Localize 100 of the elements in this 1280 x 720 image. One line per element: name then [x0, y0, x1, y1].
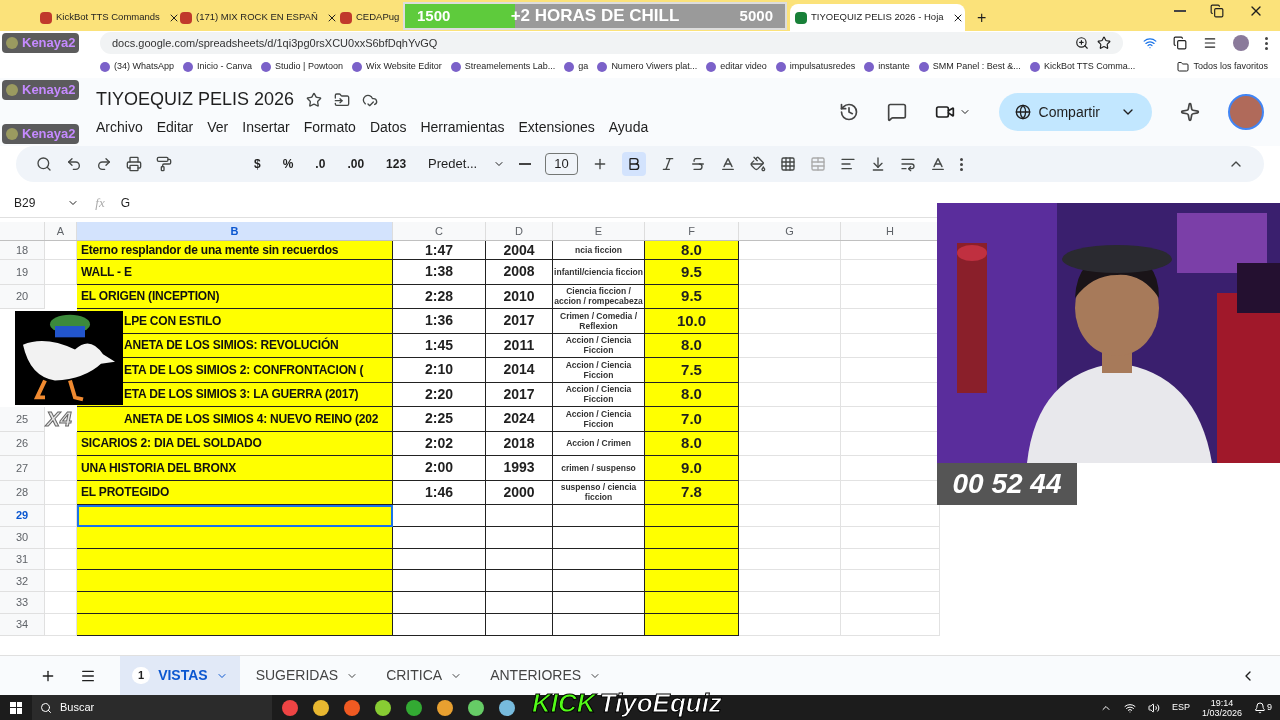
app-icon[interactable] [344, 699, 360, 716]
column-header[interactable]: F [645, 222, 739, 240]
format-button[interactable]: .0 [311, 155, 330, 173]
format-button[interactable]: $ [250, 155, 265, 173]
format-button[interactable]: % [278, 155, 298, 173]
row-header[interactable]: 28 [0, 480, 45, 505]
share-button[interactable]: Compartir [998, 93, 1152, 131]
language: ESP [1171, 700, 1190, 714]
column-header[interactable]: E [553, 222, 645, 240]
formula-field[interactable]: G [120, 193, 131, 212]
menu-item[interactable]: Ver [207, 117, 229, 138]
more-icon[interactable] [959, 157, 963, 171]
tab-favicon-icon [795, 11, 807, 24]
bookmark[interactable]: Numero Viwers plat... [611, 59, 698, 74]
bookmark-icon [100, 61, 110, 72]
avatar[interactable] [1233, 35, 1249, 51]
sheet-tab[interactable]: SUGERIDAS [243, 655, 371, 696]
search-icon [36, 156, 52, 172]
avatar[interactable] [1228, 94, 1264, 130]
menu-item[interactable]: Extensiones [518, 117, 595, 138]
menu-item[interactable]: Ayuda [608, 117, 649, 138]
format-button[interactable]: .00 [343, 155, 369, 173]
row-header[interactable]: 18 [0, 241, 45, 260]
row-header[interactable]: 26 [0, 431, 45, 456]
menu-item[interactable]: Insertar [242, 117, 290, 138]
row-header[interactable]: 19 [0, 260, 45, 285]
browser-tab[interactable]: KickBot TTS Commands [35, 4, 175, 31]
row-header[interactable]: 34 [0, 614, 45, 636]
table-cell: 2000 [486, 480, 553, 505]
folder-icon [1177, 60, 1190, 73]
network-icon [1123, 701, 1136, 714]
menu-icon[interactable] [1265, 36, 1268, 50]
menu-item[interactable]: Archivo [96, 117, 143, 138]
app-icon[interactable] [375, 699, 391, 716]
notifications-badge[interactable]: 9 [1254, 700, 1272, 715]
font-select[interactable]: Predet... [424, 154, 482, 174]
all-bookmarks[interactable]: Todos los favoritos [1193, 59, 1268, 74]
row-header[interactable]: 27 [0, 456, 45, 481]
app-icon[interactable] [468, 699, 484, 716]
table-cell [486, 548, 553, 571]
bookmark[interactable]: instante [878, 59, 910, 74]
browser-tab[interactable]: CEDAPug [335, 4, 403, 31]
bookmark[interactable]: (34) WhatsApp [114, 59, 175, 74]
table-cell: EL ORIGEN (INCEPTION) [77, 284, 393, 309]
zoom-icon [1075, 36, 1089, 50]
table-cell: 2:10 [393, 358, 486, 383]
bookmark[interactable]: editar video [720, 59, 767, 74]
row-header[interactable]: 33 [0, 592, 45, 614]
row-header[interactable]: 20 [0, 284, 45, 309]
bookmark[interactable]: Streamelements Lab... [464, 59, 556, 74]
font-size-field[interactable]: 10 [545, 153, 578, 175]
row-header[interactable]: 32 [0, 570, 45, 593]
timer: 00 52 44 [937, 463, 1077, 505]
chat-badge: Kenaya2 [2, 33, 80, 53]
table-cell: 8.0 [645, 382, 739, 407]
column-header[interactable]: B [77, 222, 393, 240]
menu-item[interactable]: Editar [156, 117, 194, 138]
format-button[interactable]: 123 [382, 155, 411, 173]
column-header[interactable]: G [739, 222, 841, 240]
new-tab-button[interactable]: + [973, 4, 991, 31]
table-cell: 10.0 [645, 309, 739, 334]
menu-item[interactable]: Datos [369, 117, 407, 138]
browser-tab[interactable]: TIYOEQUIZ PELIS 2026 - Hoja [790, 4, 965, 31]
globe-icon [1014, 104, 1031, 120]
app-icon[interactable] [282, 699, 298, 716]
menu-item[interactable]: Herramientas [420, 117, 505, 138]
name-box[interactable]: B29 [14, 193, 36, 212]
app-icon[interactable] [437, 699, 453, 716]
app-icon[interactable] [499, 699, 515, 716]
column-header[interactable]: D [486, 222, 553, 240]
bold-icon[interactable] [621, 152, 646, 176]
tab-title: (171) MIX ROCK EN ESPAÑ [196, 10, 318, 25]
bookmark[interactable]: Wix Website Editor [365, 59, 442, 74]
strikethrough-icon [689, 156, 706, 172]
windows-icon[interactable] [10, 701, 22, 714]
fill-color-icon [749, 156, 766, 172]
menu-item[interactable]: Formato [303, 117, 356, 138]
browser-tab[interactable]: (171) MIX ROCK EN ESPAÑ [175, 4, 335, 31]
sheet-tab[interactable]: CRITICA [374, 655, 475, 696]
row-header[interactable]: 29 [0, 505, 45, 527]
column-header[interactable]: C [393, 222, 486, 240]
wrap-icon [899, 156, 916, 172]
taskbar-search[interactable]: Buscar [32, 695, 272, 720]
bookmark[interactable]: SMM Panel : Best &... [932, 59, 1021, 74]
row-header[interactable]: 30 [0, 526, 45, 549]
borders-icon [779, 156, 796, 172]
bookmark[interactable]: KickBot TTS Comma... [1043, 59, 1136, 74]
bookmark[interactable]: Studio | Powtoon [275, 59, 343, 74]
address-bar[interactable]: docs.google.com/spreadsheets/d/1qi3pg0rsXCU0xxS6bfDqhYvGQ [100, 32, 1123, 54]
sheet-tab[interactable]: 1 VISTAS [120, 655, 240, 696]
row-header[interactable]: 25 [0, 407, 45, 432]
app-icon[interactable] [313, 699, 329, 716]
app-icon[interactable] [406, 699, 422, 716]
row-header[interactable]: 31 [0, 548, 45, 571]
table-cell: 8.0 [645, 333, 739, 358]
bookmark[interactable]: impulsatusredes [789, 59, 856, 74]
bookmark[interactable]: Inicio - Canva [197, 59, 253, 74]
table-cell: 7.8 [645, 480, 739, 505]
bookmark[interactable]: ga [578, 59, 589, 74]
tab-favicon-icon [340, 11, 352, 24]
